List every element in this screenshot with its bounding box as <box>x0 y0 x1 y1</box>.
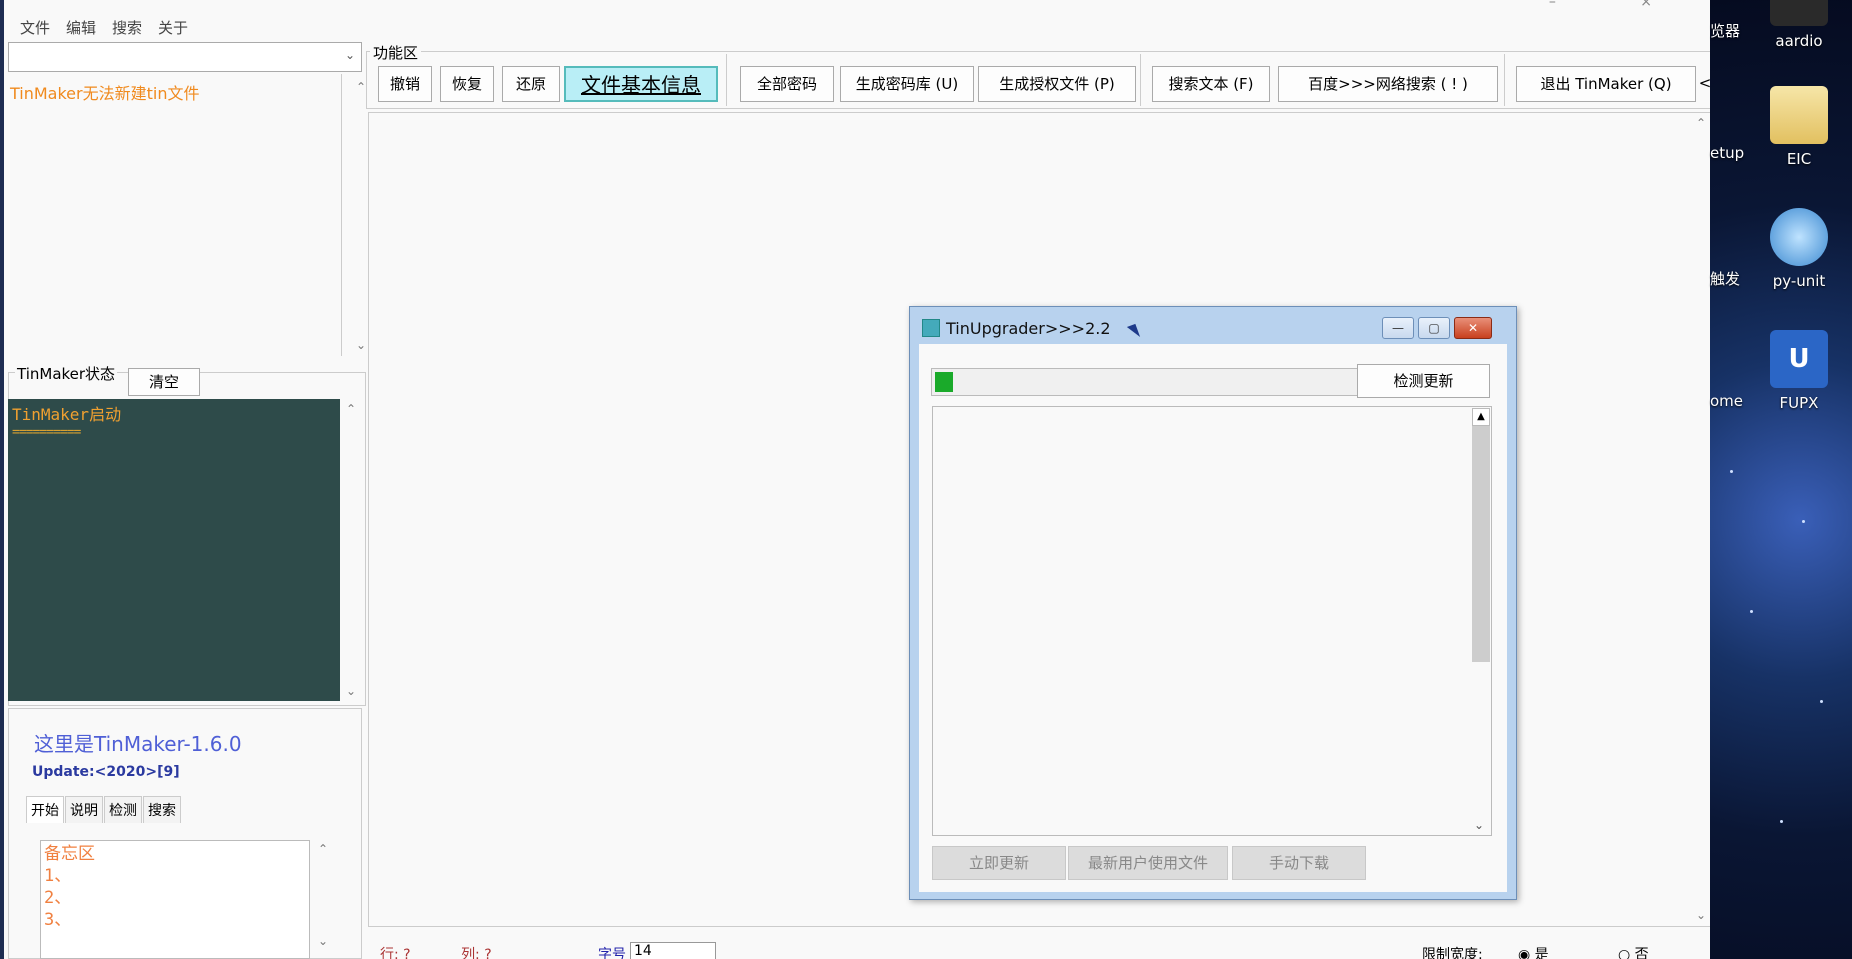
tab-start[interactable]: 开始 <box>26 796 64 823</box>
row-label: 行: ? <box>380 947 411 959</box>
limit-yes-radio[interactable]: ◉ 是 <box>1518 944 1549 959</box>
menu-bar: 文件 编辑 搜索 关于 <box>12 14 196 38</box>
separator <box>726 54 727 106</box>
scroll-up-icon[interactable]: ▲ <box>1472 408 1490 426</box>
separator <box>1140 54 1141 106</box>
status-console[interactable]: TinMaker启动 ========== <box>8 399 340 701</box>
redo-button[interactable]: 恢复 <box>440 66 494 102</box>
console-line: TinMaker启动 <box>12 405 122 424</box>
menu-edit[interactable]: 编辑 <box>58 14 104 38</box>
scroll-down-icon[interactable]: ⌄ <box>314 934 332 948</box>
font-size-input[interactable]: 14 <box>630 942 716 959</box>
generate-license-button[interactable]: 生成授权文件 (P) <box>978 66 1136 102</box>
window-title <box>18 0 218 4</box>
search-text-button[interactable]: 搜索文本 (F) <box>1152 66 1270 102</box>
update-log[interactable] <box>932 406 1492 836</box>
update-now-button[interactable]: 立即更新 <box>932 846 1066 880</box>
cursor-position: 行: ? 列: ? <box>380 944 492 959</box>
restore-button[interactable]: 还原 <box>502 66 560 102</box>
tab-search[interactable]: 搜索 <box>143 796 181 823</box>
chevron-down-icon[interactable]: ⌄ <box>345 48 355 62</box>
exit-button[interactable]: 退出 TinMaker (Q) <box>1516 66 1696 102</box>
menu-about[interactable]: 关于 <box>150 14 196 38</box>
desktop-partial-label: ome <box>1710 392 1744 410</box>
update-label: Update:<2020>[9] <box>32 764 180 780</box>
progress-fill <box>935 372 953 392</box>
minimize-icon[interactable]: — <box>1382 317 1414 339</box>
function-area-legend: 功能区 <box>370 42 422 63</box>
tab-help[interactable]: 说明 <box>65 796 103 823</box>
limit-yes-label: 是 <box>1534 947 1549 959</box>
status-legend: TinMaker状态 <box>15 363 118 384</box>
memo-line: 备忘区 <box>44 844 95 864</box>
memo-line: 1、 <box>44 866 72 886</box>
undo-button[interactable]: 撤销 <box>378 66 432 102</box>
upx-icon: U <box>1770 330 1828 388</box>
update-progress-bar <box>931 368 1379 396</box>
scroll-down-icon[interactable]: ⌄ <box>342 684 360 698</box>
separator <box>1504 54 1505 106</box>
manual-download-button[interactable]: 手动下载 <box>1232 846 1366 880</box>
file-info-button[interactable]: 文件基本信息 <box>564 66 718 102</box>
menu-file[interactable]: 文件 <box>12 14 58 38</box>
maximize-icon[interactable]: ▢ <box>1418 317 1450 339</box>
desktop-icon-label: FUPX <box>1779 394 1819 412</box>
clear-button[interactable]: 清空 <box>128 368 200 396</box>
menu-search[interactable]: 搜索 <box>104 14 150 38</box>
file-list[interactable]: TinMaker无法新建tin文件 <box>8 74 342 356</box>
app-name: 这里是TinMaker-1.6.0 <box>34 732 242 756</box>
memo-line: 3、 <box>44 910 72 930</box>
col-label: 列: ? <box>461 947 492 959</box>
scroll-up-icon[interactable]: ⌃ <box>314 842 332 856</box>
limit-no-radio[interactable]: ○ 否 <box>1618 944 1649 959</box>
desktop-icon-label: py-unit <box>1772 272 1826 290</box>
file-list-message: TinMaker无法新建tin文件 <box>10 84 200 103</box>
desktop-icon-py-unit[interactable]: py-unit <box>1754 208 1844 290</box>
limit-width-label: 限制宽度: <box>1422 947 1483 959</box>
log-scrollbar[interactable]: ▲ <box>1472 408 1490 662</box>
scroll-down-icon[interactable]: ⌄ <box>1474 818 1484 832</box>
window-controls[interactable]: – × <box>1549 0 1692 10</box>
info-tabs: 开始 说明 检测 搜索 <box>26 796 182 823</box>
dialog-title: TinUpgrader>>>2.2 <box>946 319 1111 338</box>
generate-password-db-button[interactable]: 生成密码库 (U) <box>840 66 974 102</box>
scroll-down-icon[interactable]: ⌄ <box>1692 908 1710 922</box>
desktop-icon-label: aardio <box>1775 32 1823 50</box>
limit-no-label: 否 <box>1634 947 1649 959</box>
console-separator: ========== <box>12 425 81 440</box>
check-update-button[interactable]: 检测更新 <box>1357 364 1490 398</box>
aardio-icon <box>1770 0 1828 26</box>
desktop: 览器 etup 触发 ome aardio EIC py-unit U FUPX <box>1710 0 1852 959</box>
memo-area[interactable]: 备忘区 1、 2、 3、 <box>40 840 310 959</box>
desktop-partial-label: 触发 <box>1710 270 1741 288</box>
file-combo[interactable]: ⌄ <box>8 42 362 72</box>
close-icon[interactable]: ✕ <box>1454 317 1492 339</box>
desktop-partial-label: 览器 <box>1710 22 1741 40</box>
globe-icon <box>1770 208 1828 266</box>
desktop-icon-aardio[interactable]: aardio <box>1754 0 1844 50</box>
font-size-label: 字号 <box>598 947 626 959</box>
scroll-up-icon[interactable]: ⌃ <box>342 402 360 416</box>
desktop-icon-fupx[interactable]: U FUPX <box>1754 330 1844 412</box>
desktop-icon-label: EIC <box>1786 150 1812 168</box>
tab-check[interactable]: 检测 <box>104 796 142 823</box>
desktop-partial-label: etup <box>1710 144 1745 162</box>
web-search-button[interactable]: 百度>>>网络搜索 ( ! ) <box>1278 66 1498 102</box>
folder-icon <box>1770 86 1828 144</box>
app-icon <box>922 319 940 337</box>
desktop-icon-eic[interactable]: EIC <box>1754 86 1844 168</box>
latest-user-files-button[interactable]: 最新用户使用文件 <box>1068 846 1228 880</box>
memo-line: 2、 <box>44 888 72 908</box>
scroll-up-icon[interactable]: ⌃ <box>1692 116 1710 130</box>
all-passwords-button[interactable]: 全部密码 <box>740 66 834 102</box>
